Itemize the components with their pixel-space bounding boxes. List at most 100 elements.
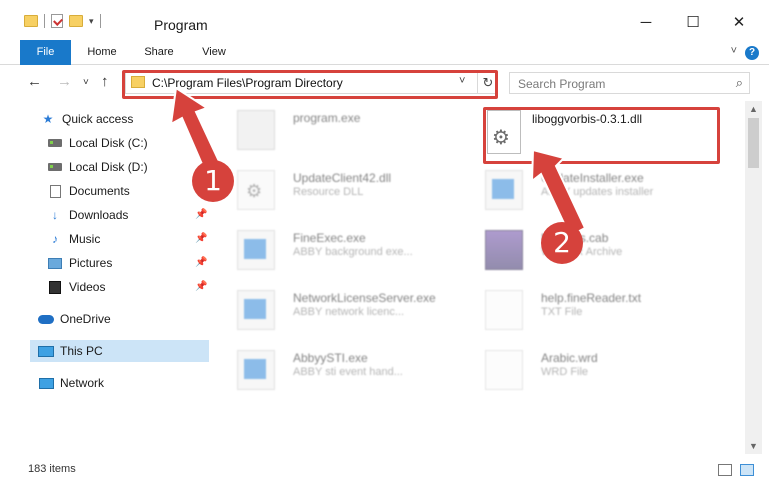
file-name: UpdateClient42.dll	[293, 171, 392, 185]
sidebar-item-label: Documents	[69, 184, 130, 198]
sidebar-item-pictures[interactable]: Pictures	[47, 252, 112, 274]
minimize-button[interactable]: ─	[636, 12, 656, 32]
sidebar-item-label: Network	[60, 376, 105, 390]
exe-file-icon	[237, 290, 275, 330]
dll-file-highlight	[483, 107, 720, 164]
sidebar-item-documents[interactable]: Documents	[47, 180, 130, 202]
exe-file-icon	[237, 110, 275, 150]
navigation-bar: ← → ˅ ↑ C:\Program Files\Program Directo…	[0, 65, 769, 101]
sidebar-item-music[interactable]: ♪ Music	[47, 228, 100, 250]
sidebar-item-label: OneDrive	[60, 312, 111, 326]
search-icon[interactable]: ⌕	[736, 75, 743, 91]
sidebar-item-downloads[interactable]: ↓ Downloads	[47, 204, 128, 226]
tab-view[interactable]: View	[196, 40, 232, 65]
back-button[interactable]: ←	[27, 73, 42, 90]
sidebar-item-label: Videos	[69, 280, 106, 294]
file-item[interactable]: NetworkLicenseServer.exe ABBY network li…	[215, 285, 465, 335]
sidebar-item-network[interactable]: Network	[38, 372, 104, 394]
vertical-scrollbar[interactable]: ▲ ▼	[745, 101, 762, 454]
folder-icon	[131, 76, 145, 88]
network-icon	[38, 376, 54, 390]
customize-toolbar-icon[interactable]: ▾	[89, 16, 94, 27]
video-icon	[47, 280, 63, 294]
pin-icon[interactable]: 📌	[195, 233, 207, 244]
step-badge-2: 2	[541, 222, 583, 264]
scroll-down-icon[interactable]: ▼	[745, 438, 762, 454]
file-item[interactable]: Updates.cab WinRAR Archive	[463, 225, 713, 275]
sidebar-item-label: Music	[69, 232, 101, 246]
close-button[interactable]: ✕	[729, 12, 749, 32]
sidebar-item-onedrive[interactable]: OneDrive	[38, 308, 111, 330]
file-description: ABBY network licenc...	[293, 306, 405, 318]
drive-icon	[47, 136, 63, 150]
scrollbar-thumb[interactable]	[748, 118, 759, 168]
download-icon: ↓	[52, 208, 58, 222]
pin-icon[interactable]: 📌	[195, 281, 207, 292]
file-description: TXT File	[541, 306, 583, 318]
computer-icon	[38, 344, 54, 358]
file-item[interactable]: AbbyySTI.exe ABBY sti event hand...	[215, 345, 465, 395]
status-bar: 183 items	[0, 457, 769, 482]
file-item[interactable]: UpdateClient42.dll Resource DLL	[215, 165, 465, 215]
sidebar-item-label: Quick access	[62, 112, 134, 126]
pictures-icon	[47, 256, 63, 270]
file-name: help.fineReader.txt	[541, 291, 642, 305]
tab-home[interactable]: Home	[80, 40, 124, 65]
recent-locations-icon[interactable]: ˅	[83, 77, 89, 88]
toolbar-divider	[99, 14, 101, 28]
scroll-up-icon[interactable]: ▲	[745, 101, 762, 117]
refresh-button[interactable]: ↻	[477, 72, 498, 93]
toolbar-divider	[44, 14, 45, 28]
search-input[interactable]: Search Program ⌕	[509, 72, 750, 94]
item-count: 183 items	[28, 463, 76, 475]
address-path[interactable]: C:\Program Files\Program Directory	[152, 76, 343, 90]
search-placeholder: Search Program	[518, 77, 606, 91]
details-view-icon[interactable]	[718, 464, 732, 476]
file-item[interactable]: program.exe	[215, 105, 465, 155]
exe-file-icon	[237, 230, 275, 270]
file-description: ABBY sti event hand...	[293, 366, 403, 378]
tab-share[interactable]: Share	[138, 40, 180, 65]
ribbon-tabs: File Home Share View ˅ ?	[0, 40, 769, 90]
file-description: Resource DLL	[293, 186, 364, 198]
file-item[interactable]: Arabic.wrd WRD File	[463, 345, 713, 395]
archive-file-icon	[485, 230, 523, 270]
properties-icon[interactable]	[51, 14, 63, 28]
navigation-pane: ★ Quick access Local Disk (C:) Local Dis…	[0, 101, 210, 454]
sidebar-item-quick-access[interactable]: ★ Quick access	[40, 108, 134, 130]
file-item[interactable]: FineExec.exe ABBY background exe...	[215, 225, 465, 275]
pin-icon[interactable]: 📌	[195, 257, 207, 268]
maximize-button[interactable]: ☐	[683, 12, 703, 32]
sidebar-item-label: Downloads	[69, 208, 129, 222]
text-file-icon	[485, 350, 523, 390]
up-button[interactable]: ↑	[101, 73, 109, 90]
pin-icon[interactable]: 📌	[195, 209, 207, 220]
file-item[interactable]: UpdateInstaller.exe ABBY updates install…	[463, 165, 713, 215]
help-icon[interactable]: ?	[745, 46, 759, 60]
step-badge-1: 1	[192, 160, 234, 202]
sidebar-item-local-disk-d[interactable]: Local Disk (D:)	[47, 156, 148, 178]
file-name: UpdateInstaller.exe	[541, 171, 644, 185]
sidebar-item-videos[interactable]: Videos	[47, 276, 105, 298]
folder-icon	[24, 15, 38, 27]
file-item[interactable]: help.fineReader.txt TXT File	[463, 285, 713, 335]
sidebar-item-label: Pictures	[69, 256, 113, 270]
new-folder-icon[interactable]	[69, 15, 83, 27]
cloud-icon	[38, 312, 54, 326]
file-name: program.exe	[293, 111, 361, 125]
sidebar-item-this-pc[interactable]: This PC	[30, 340, 209, 362]
sidebar-item-label: This PC	[60, 344, 103, 358]
document-icon	[47, 184, 63, 198]
dll-file-icon	[237, 170, 275, 210]
address-bar[interactable]: C:\Program Files\Program Directory ˅ ↻	[125, 71, 498, 94]
chevron-down-icon[interactable]: ˅	[731, 45, 737, 57]
chevron-down-icon[interactable]: ˅	[459, 75, 465, 87]
sidebar-item-local-disk-c[interactable]: Local Disk (C:)	[47, 132, 148, 154]
title-bar: ▾ Program ─ ☐ ✕	[0, 0, 769, 40]
sidebar-item-label: Local Disk (C:)	[69, 136, 148, 150]
exe-file-icon	[485, 170, 523, 210]
file-description: WRD File	[541, 366, 589, 378]
file-description: ABBY updates installer	[541, 186, 654, 198]
forward-button[interactable]: →	[57, 73, 72, 90]
large-icons-view-icon[interactable]	[740, 464, 754, 476]
